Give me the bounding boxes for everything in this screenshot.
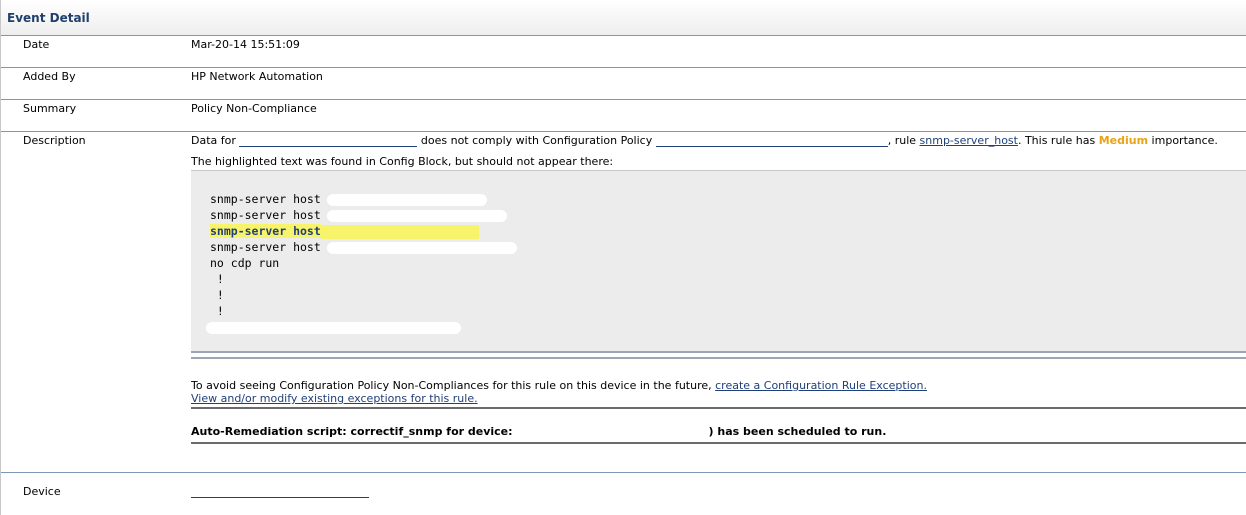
remediation-prefix: Auto-Remediation script: correctif_snmp …	[191, 425, 513, 438]
highlight-redacted	[320, 224, 479, 239]
event-detail-panel: Event Detail Date Mar-20-14 15:51:09 Add…	[0, 0, 1246, 515]
importance-prefix: . This rule has	[1017, 134, 1099, 147]
config-line: !	[210, 272, 224, 286]
rule-prefix: , rule	[887, 134, 920, 147]
description-label: Description	[23, 134, 86, 147]
date-label: Date	[23, 38, 50, 51]
divider	[191, 357, 1246, 359]
redacted-text	[206, 321, 461, 334]
redacted-text	[326, 193, 487, 206]
view-exceptions-link[interactable]: View and/or modify existing exceptions f…	[191, 392, 478, 405]
create-exception-link[interactable]: create a Configuration Rule Exception.	[715, 379, 927, 392]
config-block: snmp-server host snmp-server host snmp-s…	[191, 170, 1246, 353]
device-link-redacted[interactable]	[191, 487, 369, 498]
config-line-highlighted: snmp-server host	[210, 223, 1246, 239]
highlight-note: The highlighted text was found in Config…	[191, 155, 614, 168]
config-line: !	[210, 304, 224, 318]
config-line: !	[210, 288, 224, 302]
config-line: snmp-server host	[210, 191, 1246, 207]
config-line: snmp-server host	[210, 207, 1246, 223]
remediation-notice: Auto-Remediation script: correctif_snmp …	[191, 425, 1246, 444]
config-line	[206, 319, 1246, 335]
row-added-by: Added By HP Network Automation	[1, 68, 1246, 100]
importance-level: Medium	[1098, 134, 1149, 147]
exception-notice: To avoid seeing Configuration Policy Non…	[191, 379, 1246, 409]
redacted-text	[326, 241, 517, 254]
config-line: snmp-server host	[210, 239, 1246, 255]
description-value: Data for does not comply with Configurat…	[191, 132, 1246, 444]
row-device: Device	[1, 473, 1246, 508]
rule-link[interactable]: snmp-server_host	[920, 134, 1018, 147]
policy-link-redacted[interactable]	[655, 136, 888, 147]
device-link-redacted[interactable]	[239, 136, 418, 147]
row-date: Date Mar-20-14 15:51:09	[1, 36, 1246, 68]
added-by-value: HP Network Automation	[191, 70, 323, 83]
row-description: Description Data for does not comply wit…	[1, 132, 1246, 473]
summary-label: Summary	[23, 102, 77, 115]
row-summary: Summary Policy Non-Compliance	[1, 100, 1246, 132]
importance-suffix: importance.	[1148, 134, 1218, 147]
description-prefix: Data for	[191, 134, 240, 147]
redacted-device	[512, 426, 709, 438]
description-sentence: Data for does not comply with Configurat…	[191, 134, 1246, 147]
device-value	[191, 473, 1246, 498]
avoid-text: To avoid seeing Configuration Policy Non…	[191, 379, 716, 392]
panel-title: Event Detail	[1, 0, 1246, 36]
added-by-label: Added By	[23, 70, 76, 83]
remediation-suffix: ) has been scheduled to run.	[708, 425, 887, 438]
summary-value: Policy Non-Compliance	[191, 102, 317, 115]
config-line: no cdp run	[210, 256, 280, 270]
device-label: Device	[23, 485, 61, 498]
redacted-text	[326, 209, 507, 222]
description-middle: does not comply with Configuration Polic…	[417, 134, 656, 147]
date-value: Mar-20-14 15:51:09	[191, 38, 300, 51]
